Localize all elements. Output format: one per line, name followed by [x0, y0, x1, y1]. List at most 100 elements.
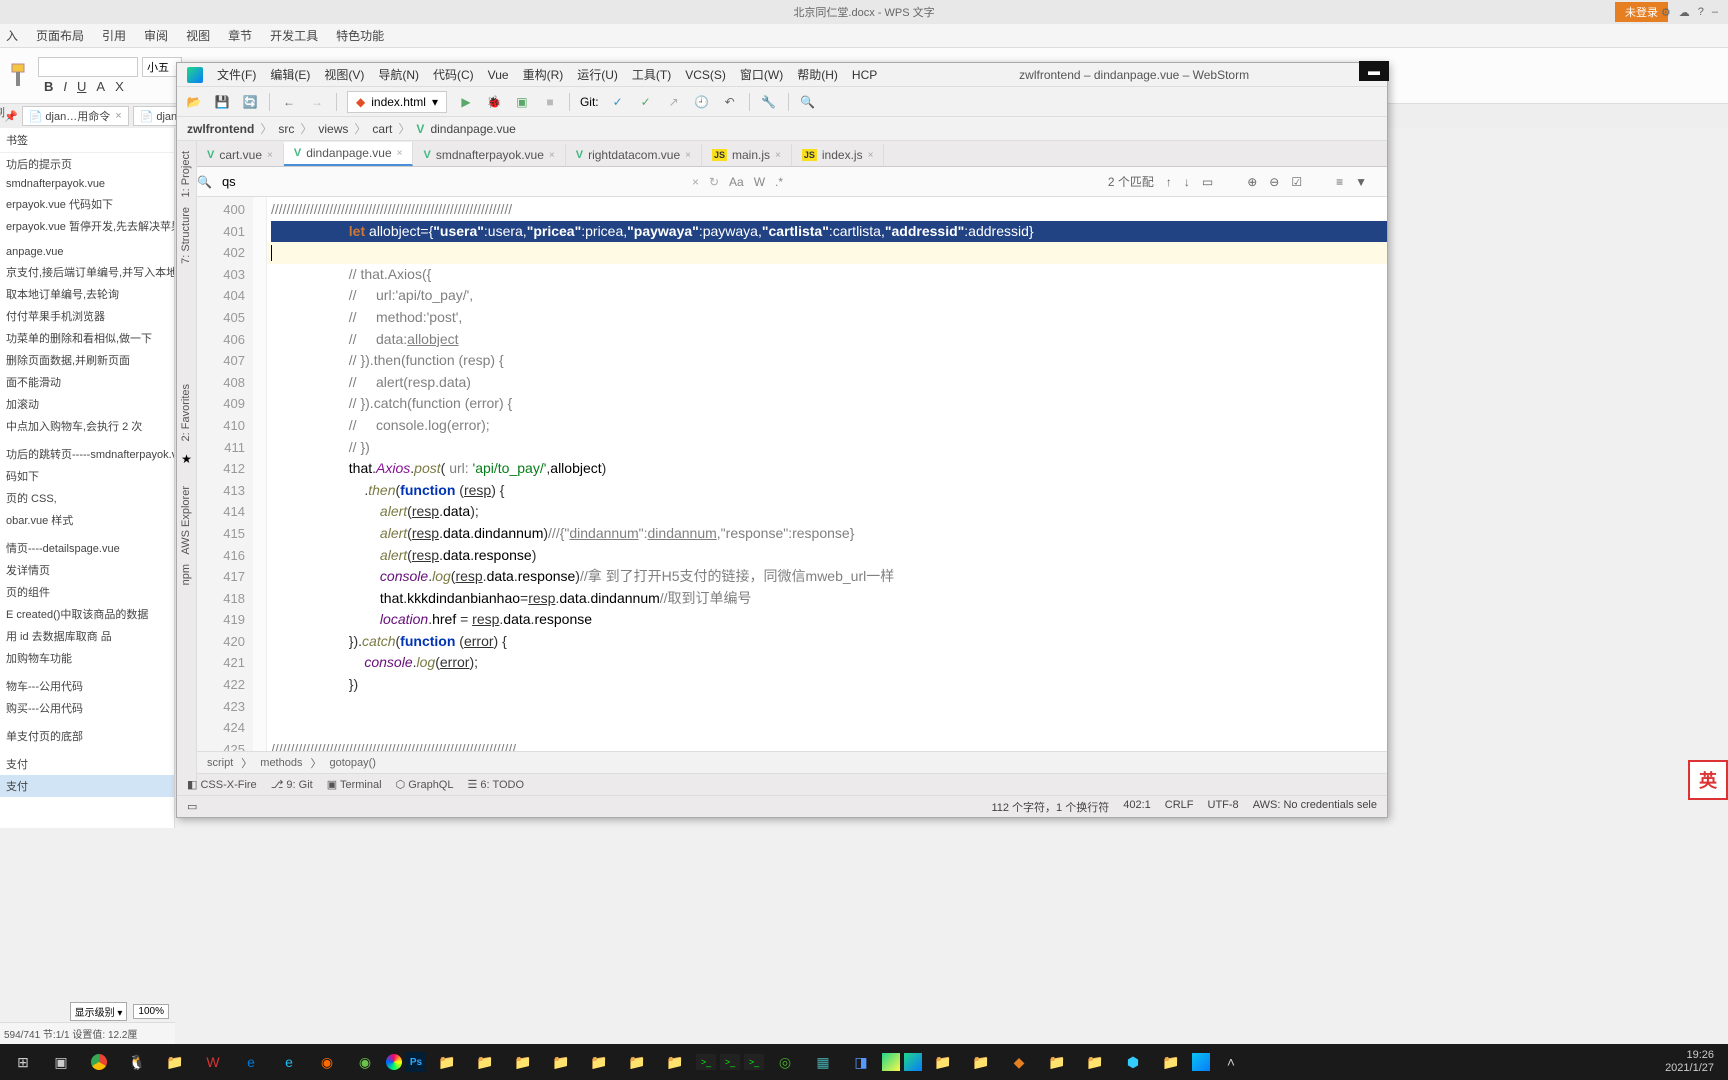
bookmark-item[interactable]: 购买---公用代码: [0, 697, 174, 719]
strike-button[interactable]: X: [115, 79, 124, 94]
taskbar-clock[interactable]: 19:26 2021/1/27: [1665, 1049, 1722, 1075]
menu-item[interactable]: 帮助(H): [797, 66, 838, 83]
opt-regex[interactable]: .*: [775, 175, 783, 189]
back-icon[interactable]: ←: [280, 93, 298, 111]
coverage-icon[interactable]: ▣: [513, 93, 531, 111]
task-view-icon[interactable]: ▣: [44, 1047, 78, 1077]
fold-gutter[interactable]: [253, 197, 267, 751]
editor-tab[interactable]: Vsmdnafterpayok.vue×: [413, 144, 565, 166]
bookmark-item[interactable]: 功菜单的删除和看相似,做一下: [0, 327, 174, 349]
bookmark-item[interactable]: 页的组件: [0, 581, 174, 603]
ie-icon[interactable]: e: [272, 1047, 306, 1077]
gift-icon[interactable]: ⚙: [1661, 6, 1671, 19]
ribbon-tab[interactable]: 页面布局: [36, 27, 84, 44]
doc-tab[interactable]: 📄 djan…用命令 ×: [22, 106, 129, 126]
select-all-icon[interactable]: ▭: [1202, 175, 1213, 189]
event-log-icon[interactable]: ▭: [187, 800, 197, 813]
bookmark-item[interactable]: E created()中取该商品的数据: [0, 603, 174, 625]
remove-selection-icon[interactable]: ⊖: [1269, 175, 1279, 189]
folder-icon[interactable]: 📁: [468, 1047, 502, 1077]
prev-match-icon[interactable]: ↑: [1166, 175, 1172, 189]
git-update-icon[interactable]: ✓: [609, 93, 627, 111]
bookmark-item[interactable]: 中点加入购物车,会执行 2 次: [0, 415, 174, 437]
underline-button[interactable]: U: [77, 79, 86, 94]
app-icon[interactable]: ◉: [310, 1047, 344, 1077]
status-eol[interactable]: CRLF: [1165, 799, 1194, 815]
bookmark-item[interactable]: 情页----detailspage.vue: [0, 537, 174, 559]
close-icon[interactable]: ×: [868, 150, 874, 161]
bookmark-item[interactable]: erpayok.vue 暂停开发,先去解决苹果浏览: [0, 215, 174, 237]
font-family-select[interactable]: [38, 57, 138, 77]
app-icon[interactable]: ◉: [348, 1047, 382, 1077]
menu-item[interactable]: 编辑(E): [270, 66, 310, 83]
bold-button[interactable]: B: [44, 79, 53, 94]
editor-tab[interactable]: JSmain.js×: [702, 144, 792, 166]
opt-word[interactable]: W: [754, 175, 765, 189]
run-icon[interactable]: ▶: [457, 93, 475, 111]
git-push-icon[interactable]: ↗: [665, 93, 683, 111]
clear-icon[interactable]: ×: [692, 175, 699, 189]
search-icon[interactable]: 🔍: [799, 93, 817, 111]
app-icon[interactable]: [386, 1054, 402, 1070]
opt-case[interactable]: Aa: [729, 175, 744, 189]
ribbon-tab[interactable]: 引用: [102, 27, 126, 44]
folder-icon[interactable]: 📁: [964, 1047, 998, 1077]
close-icon[interactable]: ×: [775, 150, 781, 161]
editor-tab[interactable]: Vrightdatacom.vue×: [566, 144, 702, 166]
save-icon[interactable]: 💾: [213, 93, 231, 111]
close-icon[interactable]: ×: [267, 150, 273, 161]
italic-button[interactable]: I: [63, 79, 67, 94]
ribbon-tab[interactable]: 特色功能: [336, 27, 384, 44]
edge-icon[interactable]: e: [234, 1047, 268, 1077]
tool-npm[interactable]: npm: [180, 564, 192, 585]
add-selection-icon[interactable]: ⊕: [1247, 175, 1257, 189]
menu-item[interactable]: 视图(V): [324, 66, 364, 83]
close-icon[interactable]: ×: [549, 150, 555, 161]
folder-icon[interactable]: 📁: [620, 1047, 654, 1077]
settings-icon[interactable]: 🔧: [760, 93, 778, 111]
menu-item[interactable]: Vue: [488, 68, 509, 82]
forward-icon[interactable]: →: [308, 93, 326, 111]
tool-aws[interactable]: AWS Explorer: [180, 486, 192, 555]
bookmark-item[interactable]: 发详情页: [0, 559, 174, 581]
menu-item[interactable]: 代码(C): [433, 66, 474, 83]
select-occurrences-icon[interactable]: ☑: [1291, 175, 1302, 189]
maximize-button[interactable]: ▬: [1359, 61, 1389, 81]
explorer-icon[interactable]: 📁: [158, 1047, 192, 1077]
close-icon[interactable]: ×: [685, 150, 691, 161]
crumb-item[interactable]: src: [278, 122, 294, 136]
webstorm-icon[interactable]: [1192, 1053, 1210, 1071]
code-editor[interactable]: 4004014024034044054064074084094104114124…: [197, 197, 1387, 751]
bookmark-item[interactable]: erpayok.vue 代码如下: [0, 193, 174, 215]
pin-icon[interactable]: 📌: [4, 110, 18, 123]
font-color-button[interactable]: A: [96, 79, 105, 94]
zoom-level-select[interactable]: 显示级别 ▾: [70, 1002, 128, 1021]
close-icon[interactable]: ×: [115, 110, 121, 122]
open-icon[interactable]: 📂: [185, 93, 203, 111]
bookmark-item[interactable]: smdnafterpayok.vue: [0, 175, 174, 193]
photoshop-icon[interactable]: Ps: [406, 1052, 426, 1072]
bookmark-item[interactable]: 付付苹果手机浏览器: [0, 305, 174, 327]
help-icon[interactable]: ?: [1698, 6, 1704, 19]
app-icon[interactable]: ▦: [806, 1047, 840, 1077]
tray-up-icon[interactable]: ˄: [1214, 1047, 1248, 1077]
ribbon-tab[interactable]: 视图: [186, 27, 210, 44]
bottom-tool[interactable]: ☰ 6: TODO: [467, 778, 524, 791]
bookmark-item[interactable]: 支付: [0, 753, 174, 775]
search-input[interactable]: [222, 174, 422, 189]
close-icon[interactable]: ×: [397, 148, 403, 159]
tool-structure[interactable]: 7: Structure: [180, 207, 192, 264]
bookmark-item[interactable]: obar.vue 样式: [0, 509, 174, 531]
app-icon[interactable]: ◨: [844, 1047, 878, 1077]
crumb-item[interactable]: zwlfrontend: [187, 122, 254, 136]
folder-icon[interactable]: 📁: [1154, 1047, 1188, 1077]
bookmark-item[interactable]: 功后的跳转页-----smdnafterpayok.vue: [0, 443, 174, 465]
terminal-icon[interactable]: >_: [720, 1054, 740, 1070]
chrome-icon[interactable]: [82, 1047, 116, 1077]
bookmark-item[interactable]: 加购物车功能: [0, 647, 174, 669]
editor-tab[interactable]: JSindex.js×: [792, 144, 885, 166]
git-rollback-icon[interactable]: ↶: [721, 93, 739, 111]
crumb-item[interactable]: views: [318, 122, 348, 136]
format-painter-icon[interactable]: [4, 60, 32, 92]
bottom-tool[interactable]: ◧ CSS-X-Fire: [187, 778, 257, 791]
